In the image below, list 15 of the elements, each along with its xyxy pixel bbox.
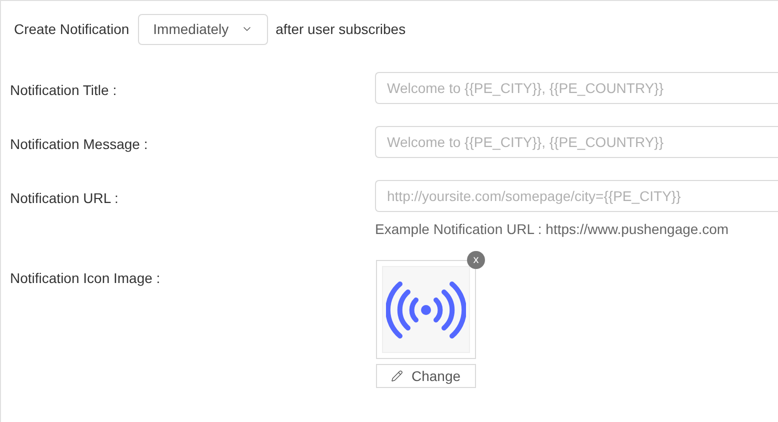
pencil-icon [391,370,404,382]
remove-button[interactable]: x [467,251,485,269]
timing-dropdown[interactable]: Immediately [138,14,268,44]
input-field[interactable]: Welcome to {{PE_CITY}}, {{PE_COUNTRY}} [375,126,778,158]
schedule-label: Create Notification [14,20,130,38]
change-button[interactable]: Change [376,364,476,388]
input-field[interactable]: http://yoursite.com/somepage/city={{PE_CITY}} [375,180,778,212]
input-field[interactable]: Welcome to {{PE_CITY}}, {{PE_COUNTRY}} [375,72,778,104]
field-label: Notification Title : [10,81,118,100]
schedule-suffix: after user subscribes [276,20,406,38]
field-label: Notification Message : [10,135,149,154]
field-label: Notification URL : [10,189,120,208]
hint-text: Example Notification URL : https://www.pushengage.com [375,220,730,239]
field-label: Notification Icon Image : [10,269,162,288]
broadcast-icon [386,280,466,340]
